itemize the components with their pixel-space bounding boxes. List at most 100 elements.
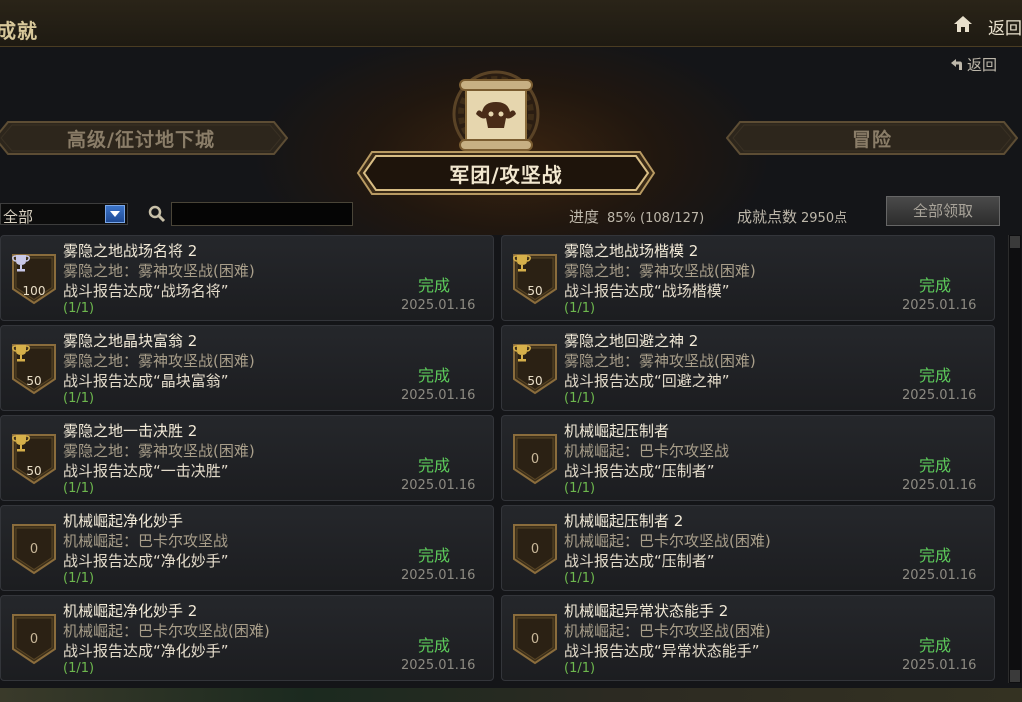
search-input[interactable] bbox=[171, 202, 353, 226]
sub-back-label: 返回 bbox=[967, 56, 998, 74]
bottom-background bbox=[0, 688, 1022, 702]
achievement-date: 2025.01.16 bbox=[902, 568, 977, 583]
points-label: 成就点数 bbox=[737, 208, 798, 226]
back-button[interactable]: 返回 bbox=[988, 14, 1022, 39]
return-arrow-icon bbox=[951, 58, 962, 70]
claim-all-button[interactable]: 全部领取 bbox=[886, 196, 1000, 226]
points-summary: 成就点数 2950点 bbox=[737, 206, 847, 227]
progress-summary: 进度 85% (108/127) bbox=[569, 206, 704, 227]
achievement-source: 雾隐之地：雾神攻坚战(困难) bbox=[63, 262, 255, 280]
achievement-title: 机械崛起异常状态能手 2 bbox=[564, 602, 729, 620]
achievement-source: 机械崛起：巴卡尔攻坚战 bbox=[564, 442, 730, 460]
badge-points: 100 bbox=[22, 284, 46, 298]
achievement-title: 雾隐之地晶块富翁 2 bbox=[63, 332, 198, 350]
achievement-date: 2025.01.16 bbox=[902, 388, 977, 403]
achievement-date: 2025.01.16 bbox=[902, 658, 977, 673]
trophy-icon bbox=[513, 255, 531, 272]
achievement-progress: (1/1) bbox=[564, 391, 596, 406]
sub-back-button[interactable]: 返回 bbox=[948, 54, 997, 75]
achievement-date: 2025.01.16 bbox=[401, 568, 476, 583]
tab-legion-raid[interactable]: 军团/攻坚战 bbox=[356, 150, 656, 196]
achievement-condition: 战斗报告达成“战场楷模” bbox=[564, 282, 730, 300]
achievement-card[interactable]: 0 机械崛起压制者 2 机械崛起：巴卡尔攻坚战(困难) 战斗报告达成“压制者” (1/1… bbox=[501, 505, 995, 591]
achievement-card[interactable]: 0 机械崛起压制者 机械崛起：巴卡尔攻坚战 战斗报告达成“压制者” (1/1) 完成 202… bbox=[501, 415, 995, 501]
achievement-date: 2025.01.16 bbox=[401, 388, 476, 403]
badge-points: 50 bbox=[26, 374, 42, 388]
scrollbar[interactable] bbox=[1008, 235, 1021, 683]
badge-points: 0 bbox=[29, 632, 39, 647]
achievement-source: 雾隐之地：雾神攻坚战(困难) bbox=[564, 262, 756, 280]
achievement-progress: (1/1) bbox=[63, 661, 95, 676]
tab-adventure-label: 冒险 bbox=[851, 128, 892, 151]
tab-adventure[interactable]: 冒险 bbox=[726, 121, 1018, 155]
achievement-card[interactable]: 0 机械崛起净化妙手 2 机械崛起：巴卡尔攻坚战(困难) 战斗报告达成“净化妙手” (1… bbox=[0, 595, 494, 681]
achievement-title: 机械崛起压制者 bbox=[564, 422, 670, 440]
points-badge: 0 bbox=[512, 433, 558, 485]
home-icon[interactable] bbox=[953, 14, 973, 34]
trophy-icon bbox=[513, 345, 531, 362]
badge-points: 0 bbox=[530, 542, 540, 557]
achievement-date: 2025.01.16 bbox=[401, 298, 476, 313]
achievement-progress: (1/1) bbox=[63, 391, 95, 406]
points-badge: 50 bbox=[512, 253, 558, 305]
achievement-progress: (1/1) bbox=[63, 571, 95, 586]
tab-advanced-dungeon[interactable]: 高级/征讨地下城 bbox=[0, 121, 288, 155]
achievement-status: 完成 bbox=[418, 366, 451, 385]
scroll-up-button[interactable] bbox=[1010, 236, 1020, 248]
achievement-condition: 战斗报告达成“晶块富翁” bbox=[63, 372, 229, 390]
achievement-status: 完成 bbox=[919, 276, 952, 295]
badge-points: 0 bbox=[29, 542, 39, 557]
trophy-icon bbox=[12, 255, 30, 272]
achievement-card[interactable]: 100 雾隐之地战场名将 2 雾隐之地：雾神攻坚战(困难) 战斗报告达成“战场名将”(… bbox=[0, 235, 494, 321]
category-select[interactable]: 全部 bbox=[0, 203, 128, 226]
achievement-condition: 战斗报告达成“净化妙手” bbox=[63, 642, 229, 660]
achievement-source: 雾隐之地：雾神攻坚战(困难) bbox=[63, 442, 255, 460]
achievement-condition: 战斗报告达成“回避之神” bbox=[564, 372, 730, 390]
achievement-date: 2025.01.16 bbox=[401, 478, 476, 493]
points-badge: 50 bbox=[11, 433, 57, 485]
scroll-down-button[interactable] bbox=[1010, 670, 1020, 682]
achievement-card[interactable]: 50 雾隐之地晶块富翁 2 雾隐之地：雾神攻坚战(困难) 战斗报告达成“晶块富翁” (1… bbox=[0, 325, 494, 411]
achievement-status: 完成 bbox=[919, 636, 952, 655]
achievement-source: 机械崛起：巴卡尔攻坚战(困难) bbox=[564, 532, 771, 550]
achievement-source: 雾隐之地：雾神攻坚战(困难) bbox=[564, 352, 756, 370]
achievement-card[interactable]: 50 雾隐之地回避之神 2 雾隐之地：雾神攻坚战(困难) 战斗报告达成“回避之神” (1… bbox=[501, 325, 995, 411]
achievement-card[interactable]: 50 雾隐之地战场楷模 2 雾隐之地：雾神攻坚战(困难) 战斗报告达成“战场楷模” (1… bbox=[501, 235, 995, 321]
achievement-date: 2025.01.16 bbox=[902, 478, 977, 493]
achievement-progress: (1/1) bbox=[564, 301, 596, 316]
achievement-progress: (1/1) bbox=[63, 481, 95, 496]
achievement-status: 完成 bbox=[919, 366, 952, 385]
achievement-card[interactable]: 50 雾隐之地一击决胜 2 雾隐之地：雾神攻坚战(困难) 战斗报告达成“一击决胜” (1… bbox=[0, 415, 494, 501]
achievement-condition: 战斗报告达成“净化妙手” bbox=[63, 552, 229, 570]
achievement-condition: 战斗报告达成“异常状态能手” bbox=[564, 642, 760, 660]
trophy-icon bbox=[12, 345, 30, 362]
achievement-source: 机械崛起：巴卡尔攻坚战 bbox=[63, 532, 229, 550]
achievement-card[interactable]: 0 机械崛起异常状态能手 2 机械崛起：巴卡尔攻坚战(困难) 战斗报告达成“异常状态能… bbox=[501, 595, 995, 681]
achievement-condition: 战斗报告达成“一击决胜” bbox=[63, 462, 229, 480]
achievement-source: 机械崛起：巴卡尔攻坚战(困难) bbox=[63, 622, 270, 640]
achievement-title: 雾隐之地回避之神 2 bbox=[564, 332, 699, 350]
achievement-condition: 战斗报告达成“压制者” bbox=[564, 462, 715, 480]
achievement-title: 机械崛起净化妙手 bbox=[63, 512, 184, 530]
achievement-status: 完成 bbox=[919, 456, 952, 475]
points-badge: 50 bbox=[512, 343, 558, 395]
progress-label: 进度 bbox=[569, 208, 600, 226]
points-badge: 0 bbox=[512, 523, 558, 575]
achievement-status: 完成 bbox=[418, 276, 451, 295]
tab-legion-raid-label: 军团/攻坚战 bbox=[449, 162, 563, 187]
achievement-progress: (1/1) bbox=[63, 301, 95, 316]
achievement-status: 完成 bbox=[418, 456, 451, 475]
points-value: 2950点 bbox=[801, 211, 848, 226]
chevron-down-icon[interactable] bbox=[105, 205, 125, 223]
tab-advanced-dungeon-label: 高级/征讨地下城 bbox=[67, 128, 215, 151]
achievement-status: 完成 bbox=[418, 636, 451, 655]
achievement-card[interactable]: 0 机械崛起净化妙手 机械崛起：巴卡尔攻坚战 战斗报告达成“净化妙手” (1/1) 完成 2… bbox=[0, 505, 494, 591]
badge-points: 50 bbox=[527, 374, 543, 388]
achievement-title: 机械崛起压制者 2 bbox=[564, 512, 684, 530]
scroll-emblem-icon bbox=[452, 70, 540, 158]
achievement-progress: (1/1) bbox=[564, 661, 596, 676]
badge-points: 50 bbox=[26, 464, 42, 478]
window-title: 成就 bbox=[0, 19, 38, 43]
trophy-icon bbox=[12, 435, 30, 452]
achievement-title: 雾隐之地一击决胜 2 bbox=[63, 422, 198, 440]
